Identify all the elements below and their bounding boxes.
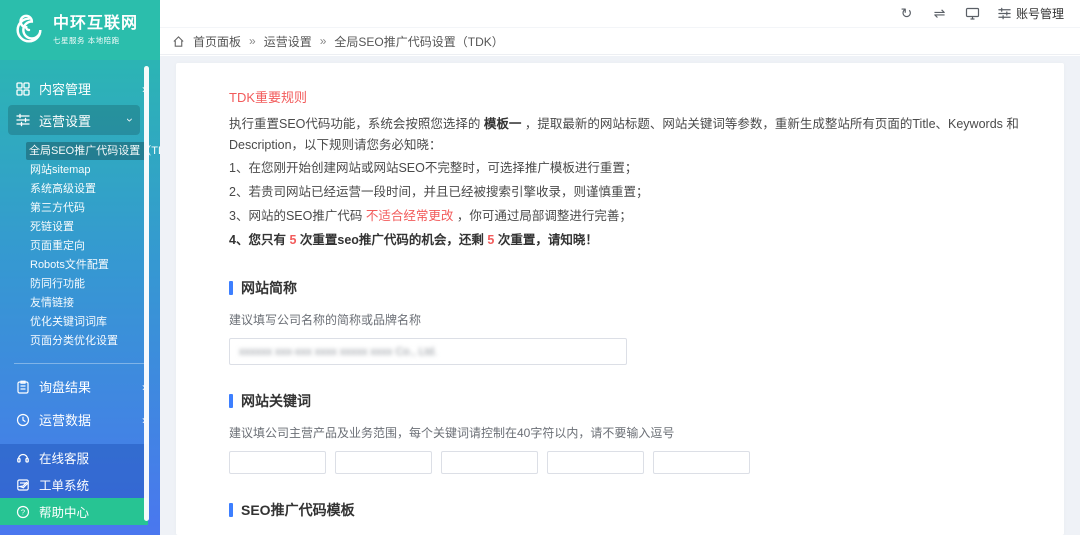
quick-item-label: 工单系统 — [39, 475, 89, 494]
keyword-input-1[interactable] — [229, 451, 326, 474]
clipboard-icon — [16, 380, 30, 394]
quick-item-label: 在线客服 — [39, 448, 89, 467]
sidebar-item-ticket-system[interactable]: 工单系统 — [0, 471, 148, 498]
site-name-title: 网站简称 — [241, 278, 297, 298]
rules-intro-template-name: 模板一 — [484, 117, 522, 131]
templates-title: SEO推广代码模板 — [241, 500, 355, 520]
breadcrumb-item-current: 全局SEO推广代码设置（TDK） — [334, 33, 503, 50]
sidebar-subitem-page-category-seo[interactable]: 页面分类优化设置 — [0, 332, 160, 351]
breadcrumb-separator: » — [320, 34, 327, 48]
ticket-icon — [16, 478, 30, 492]
app-window: 中环互联网 七星服务 本地陪跑 内容管理 › 运营设置 › 全局SEO推广代码 — [0, 0, 1080, 535]
site-name-hint: 建议填写公司名称的简称或品牌名称 — [229, 311, 1024, 328]
sidebar-menu: 内容管理 › 运营设置 › 全局SEO推广代码设置（TDK） 网站sitemap… — [0, 60, 160, 535]
question-icon: ? — [16, 505, 30, 519]
sidebar-divider — [14, 363, 146, 364]
rules-title: TDK重要规则 — [229, 87, 1024, 106]
rule-3-post: ，你可通过局部调整进行完善； — [453, 209, 631, 223]
sidebar-subitem-friendlinks[interactable]: 友情链接 — [0, 294, 160, 313]
svg-text:?: ? — [21, 507, 25, 516]
keywords-title: 网站关键词 — [241, 391, 311, 411]
section-site-name: 网站简称 — [229, 278, 1024, 298]
brand-tagline: 七星服务 本地陪跑 — [53, 35, 138, 46]
swap-icon[interactable]: ⇌ — [932, 6, 947, 21]
account-management-button[interactable]: 账号管理 — [998, 5, 1064, 22]
sidebar-item-label: 询盘结果 — [39, 377, 91, 396]
sliders-icon — [16, 113, 30, 127]
account-management-label: 账号管理 — [1016, 5, 1064, 22]
section-accent-bar — [229, 503, 233, 517]
sidebar-scrollbar[interactable] — [144, 66, 149, 521]
keywords-inputs-row — [229, 451, 1024, 474]
sidebar-subitem-advanced-settings[interactable]: 系统高级设置 — [0, 180, 160, 199]
rule-item-3: 3、网站的SEO推广代码 不适合经常更改 ，你可通过局部调整进行完善； — [229, 204, 1024, 228]
monitor-icon[interactable] — [965, 6, 980, 21]
sidebar-item-label: 内容管理 — [39, 79, 91, 98]
rules-intro-pre: 执行重置SEO代码功能，系统会按照您选择的 — [229, 117, 484, 131]
sidebar-item-online-support[interactable]: 在线客服 — [0, 444, 148, 471]
sidebar-item-label: 运营设置 — [39, 111, 91, 130]
chevron-down-icon: › — [123, 118, 137, 122]
breadcrumb-item-home[interactable]: 首页面板 — [193, 33, 241, 50]
breadcrumb-item-operation-settings[interactable]: 运营设置 — [264, 33, 312, 50]
sidebar-subitem-robots[interactable]: Robots文件配置 — [0, 256, 160, 275]
keyword-input-2[interactable] — [335, 451, 432, 474]
sidebar-subitem-thirdparty-code[interactable]: 第三方代码 — [0, 199, 160, 218]
brand-header: 中环互联网 七星服务 本地陪跑 — [0, 0, 160, 60]
rule-item-4: 4、您只有 5 次重置seo推广代码的机会，还剩 5 次重置，请知晓！ — [229, 228, 1024, 252]
sidebar-subitem-deadlink[interactable]: 死链设置 — [0, 218, 160, 237]
breadcrumb: 首页面板 » 运营设置 » 全局SEO推广代码设置（TDK） — [160, 28, 1080, 55]
section-accent-bar — [229, 281, 233, 295]
brand-text: 中环互联网 七星服务 本地陪跑 — [53, 15, 138, 46]
site-name-input[interactable]: xxxxxx xxx-xxx xxxx xxxxx xxxx Co., Ltd. — [229, 338, 627, 365]
sidebar-item-inquiry-results[interactable]: 询盘结果 › — [0, 370, 160, 403]
rule-item-2: 2、若贵司网站已经运营一段时间，并且已经被搜索引擎收录，则谨慎重置； — [229, 180, 1024, 204]
refresh-icon[interactable]: ↻ — [899, 6, 914, 21]
topbar: ↻ ⇌ 账号管理 首页面板 » 运营设置 » 全局SEO推广代码设置（TDK） — [160, 0, 1080, 56]
keyword-input-4[interactable] — [547, 451, 644, 474]
sidebar-item-logout[interactable]: 退出登录 — [0, 529, 160, 535]
site-name-value-blurred: xxxxxx xxx-xxx xxxx xxxxx xxxx Co., Ltd. — [239, 346, 437, 358]
headset-icon — [16, 451, 30, 465]
home-icon — [172, 35, 185, 48]
rule-4-mid: 次重置seo推广代码的机会，还剩 — [296, 233, 487, 247]
brand-spiral-logo-icon — [12, 13, 46, 47]
topbar-actions: ↻ ⇌ 账号管理 — [160, 0, 1080, 28]
tdk-settings-card: TDK重要规则 执行重置SEO代码功能，系统会按照您选择的 模板一 ，提取最新的… — [176, 63, 1064, 535]
keyword-input-3[interactable] — [441, 451, 538, 474]
breadcrumb-separator: » — [249, 34, 256, 48]
rule-3-pre: 3、网站的SEO推广代码 — [229, 209, 366, 223]
section-keywords: 网站关键词 — [229, 391, 1024, 411]
section-accent-bar — [229, 394, 233, 408]
sidebar-item-label: 运营数据 — [39, 410, 91, 429]
operation-settings-submenu: 全局SEO推广代码设置（TDK） 网站sitemap 系统高级设置 第三方代码 … — [0, 135, 160, 355]
grid-icon — [16, 82, 30, 96]
main-area: TDK重要规则 执行重置SEO代码功能，系统会按照您选择的 模板一 ，提取最新的… — [160, 56, 1080, 535]
keyword-input-5[interactable] — [653, 451, 750, 474]
sidebar-item-operation-data[interactable]: 运营数据 › — [0, 403, 160, 436]
rule-item-1: 1、在您刚开始创建网站或网站SEO不完整时，可选择推广模板进行重置； — [229, 156, 1024, 180]
section-templates: SEO推广代码模板 — [229, 500, 1024, 520]
sidebar-item-content-management[interactable]: 内容管理 › — [0, 72, 160, 105]
rule-4-pre: 4、您只有 — [229, 233, 289, 247]
rule-3-warning: 不适合经常更改 — [366, 209, 454, 223]
sliders-icon — [998, 7, 1011, 20]
sidebar-subitem-redirect[interactable]: 页面重定向 — [0, 237, 160, 256]
sidebar-item-help-center[interactable]: ? 帮助中心 — [0, 498, 148, 525]
clock-icon — [16, 413, 30, 427]
rules-intro: 执行重置SEO代码功能，系统会按照您选择的 模板一 ，提取最新的网站标题、网站关… — [229, 114, 1024, 156]
sidebar-subitem-antipeer[interactable]: 防同行功能 — [0, 275, 160, 294]
brand-name: 中环互联网 — [53, 15, 138, 33]
sidebar-subitem-sitemap[interactable]: 网站sitemap — [0, 161, 160, 180]
sidebar: 中环互联网 七星服务 本地陪跑 内容管理 › 运营设置 › 全局SEO推广代码 — [0, 0, 160, 535]
rule-4-post: 次重置，请知晓！ — [494, 233, 597, 247]
sidebar-item-operation-settings[interactable]: 运营设置 › — [8, 105, 140, 135]
sidebar-subitem-keyword-library[interactable]: 优化关键词词库 — [0, 313, 160, 332]
keywords-hint: 建议填公司主营产品及业务范围，每个关键词请控制在40字符以内，请不要输入逗号 — [229, 424, 1024, 441]
sidebar-subitem-tdk[interactable]: 全局SEO推广代码设置（TDK） — [26, 142, 146, 160]
quick-item-label: 帮助中心 — [39, 502, 89, 521]
